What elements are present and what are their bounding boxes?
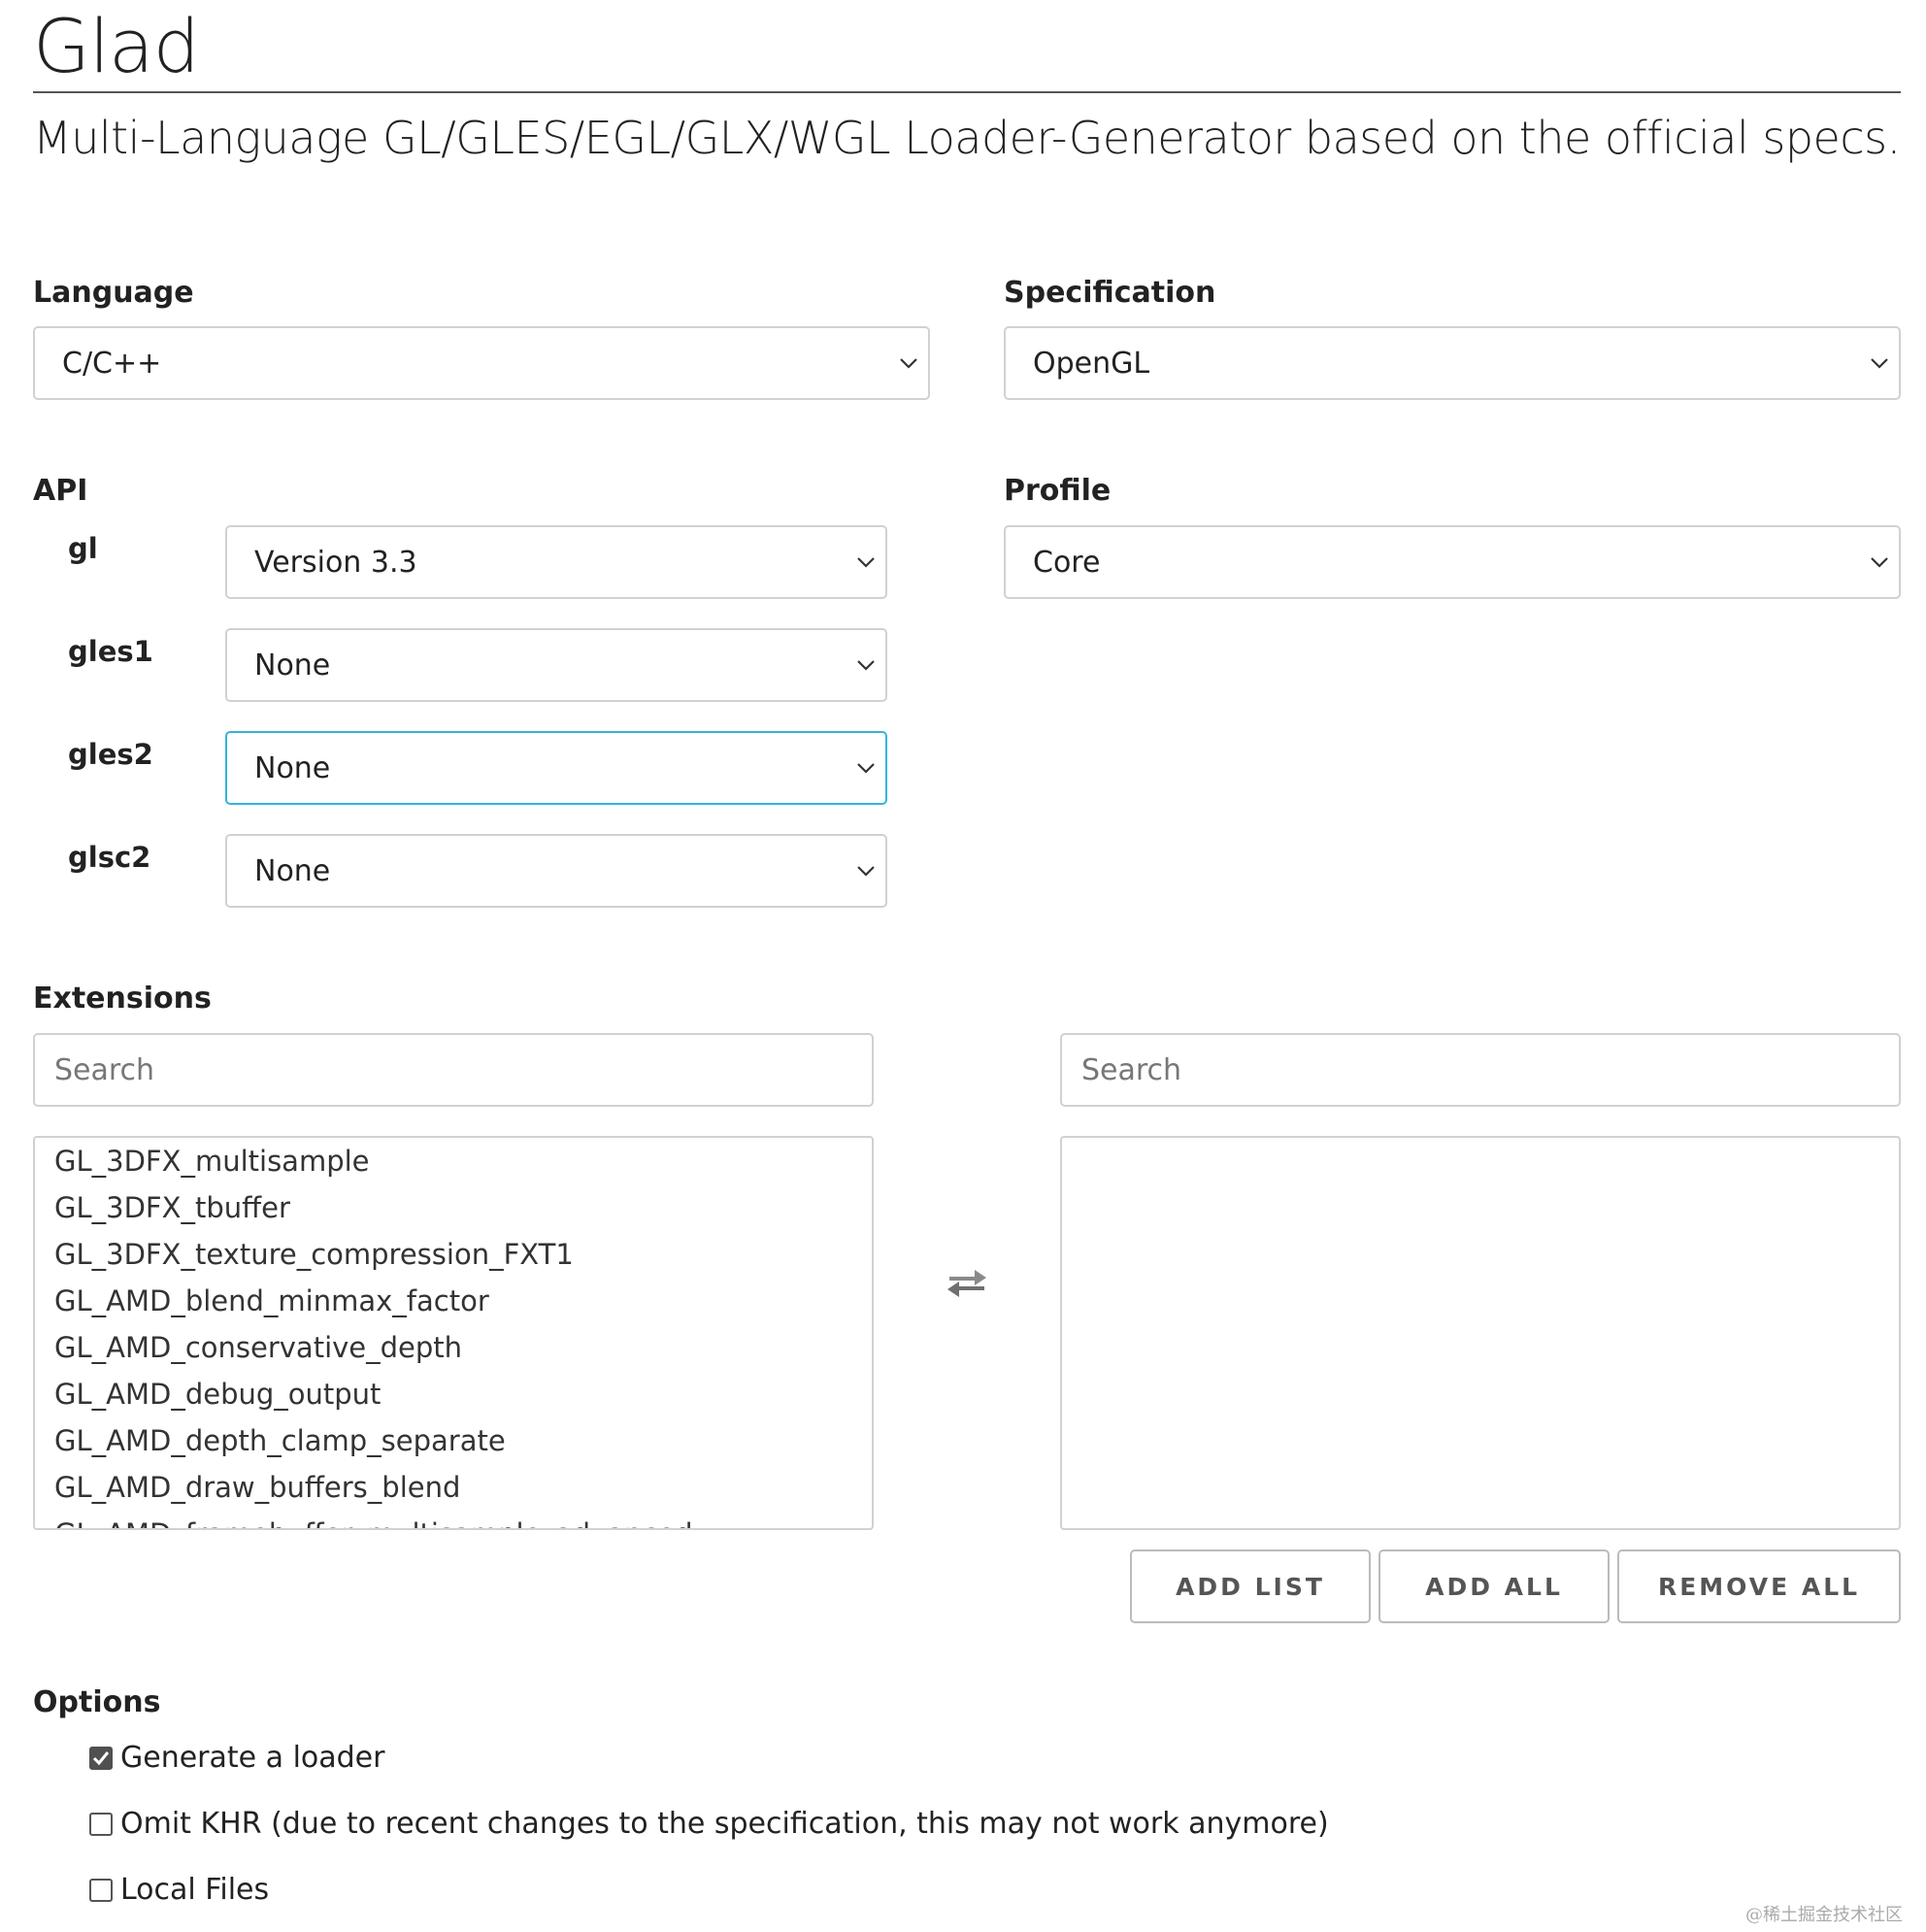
chevron-down-icon — [889, 328, 928, 398]
selected-extensions-list[interactable] — [1060, 1136, 1901, 1530]
option-omit-khr[interactable]: Omit KHR (due to recent changes to the s… — [89, 1805, 1329, 1844]
swap-arrows-icon[interactable] — [944, 1264, 990, 1299]
profile-select[interactable]: Core — [1004, 525, 1901, 599]
chevron-down-icon — [847, 836, 885, 906]
api-glsc2-label: glsc2 — [68, 841, 151, 874]
specification-label: Specification — [1004, 276, 1216, 310]
api-gles1-label: gles1 — [68, 635, 153, 668]
api-gl-value: Version 3.3 — [254, 545, 417, 580]
api-label: API — [33, 474, 88, 508]
option-generate-loader[interactable]: Generate a loader — [89, 1739, 384, 1778]
list-item[interactable]: GL_3DFX_multisample — [35, 1138, 872, 1184]
option-label: Omit KHR (due to recent changes to the s… — [120, 1807, 1329, 1841]
api-gles2-select[interactable]: None — [225, 731, 887, 805]
checkbox-unchecked-icon[interactable] — [89, 1879, 113, 1902]
available-extensions-search-input[interactable] — [33, 1033, 874, 1107]
language-select-value: C/C++ — [62, 346, 162, 381]
list-item[interactable]: GL_AMD_blend_minmax_factor — [35, 1278, 872, 1324]
profile-select-value: Core — [1033, 545, 1101, 580]
add-all-button[interactable]: ADD ALL — [1378, 1549, 1610, 1623]
title-divider — [33, 91, 1901, 93]
api-gles1-value: None — [254, 648, 331, 683]
options-label: Options — [33, 1685, 161, 1719]
api-gl-select[interactable]: Version 3.3 — [225, 525, 887, 599]
language-label: Language — [33, 276, 194, 310]
list-item[interactable]: GL_3DFX_tbuffer — [35, 1184, 872, 1231]
chevron-down-icon — [1860, 527, 1899, 597]
language-select[interactable]: C/C++ — [33, 326, 930, 400]
checkbox-checked-icon[interactable] — [89, 1747, 113, 1770]
page-title: Glad — [33, 3, 200, 89]
api-gles1-select[interactable]: None — [225, 628, 887, 702]
chevron-down-icon — [847, 733, 885, 803]
list-item[interactable]: GL_3DFX_texture_compression_FXT1 — [35, 1231, 872, 1278]
remove-all-button[interactable]: REMOVE ALL — [1617, 1549, 1901, 1623]
chevron-down-icon — [847, 630, 885, 700]
option-label: Generate a loader — [120, 1741, 385, 1775]
list-item[interactable]: GL_AMD_depth_clamp_separate — [35, 1417, 872, 1464]
api-glsc2-value: None — [254, 853, 331, 888]
available-extensions-list[interactable]: GL_3DFX_multisample GL_3DFX_tbuffer GL_3… — [33, 1136, 874, 1530]
api-glsc2-select[interactable]: None — [225, 834, 887, 908]
profile-label: Profile — [1004, 474, 1112, 508]
specification-select[interactable]: OpenGL — [1004, 326, 1901, 400]
list-item[interactable]: GL_AMD_draw_buffers_blend — [35, 1464, 872, 1511]
list-item[interactable]: GL_AMD_conservative_depth — [35, 1324, 872, 1371]
api-gles2-label: gles2 — [68, 738, 153, 771]
chevron-down-icon — [1860, 328, 1899, 398]
option-label: Local Files — [120, 1873, 270, 1907]
extensions-label: Extensions — [33, 982, 212, 1016]
specification-select-value: OpenGL — [1033, 346, 1150, 381]
list-item[interactable]: GL_AMD_debug_output — [35, 1371, 872, 1417]
page-subtitle: Multi-Language GL/GLES/EGL/GLX/WGL Loade… — [33, 112, 1901, 164]
option-local-files[interactable]: Local Files — [89, 1871, 269, 1910]
watermark: @稀土掘金技术社区 — [1745, 1905, 1903, 1925]
chevron-down-icon — [847, 527, 885, 597]
checkbox-unchecked-icon[interactable] — [89, 1813, 113, 1836]
selected-extensions-search-input[interactable] — [1060, 1033, 1901, 1107]
api-gl-label: gl — [68, 532, 98, 565]
add-list-button[interactable]: ADD LIST — [1130, 1549, 1371, 1623]
api-gles2-value: None — [254, 750, 331, 785]
list-item[interactable]: GL_AMD_framebuffer_multisample_advanced — [35, 1511, 872, 1528]
